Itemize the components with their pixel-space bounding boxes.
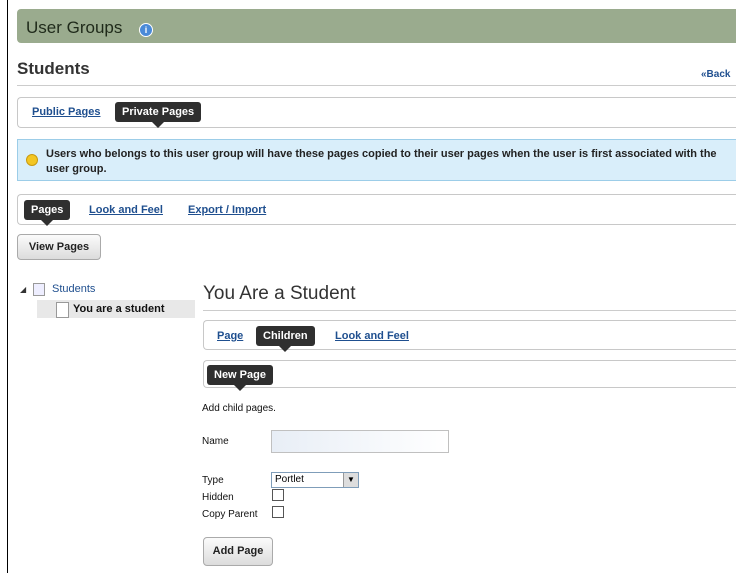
page-icon	[56, 302, 69, 318]
copy-parent-label: Copy Parent	[202, 509, 258, 520]
add-page-button[interactable]: Add Page	[203, 537, 273, 566]
view-pages-button[interactable]: View Pages	[17, 234, 101, 260]
portlet-title-bar: User Groups i	[17, 9, 736, 43]
tree-root-node[interactable]: Students	[52, 283, 95, 295]
tab-export-import[interactable]: Export / Import	[188, 204, 266, 216]
description-text: Add child pages.	[202, 403, 276, 414]
type-select-value: Portlet	[275, 474, 304, 485]
tree-child-node[interactable]: You are a student	[73, 303, 164, 315]
folder-icon	[33, 283, 45, 296]
info-message-box: Users who belongs to this user group wil…	[17, 139, 736, 181]
children-tabs: New Page	[203, 360, 736, 391]
frame-border	[7, 0, 8, 573]
tab-look-and-feel[interactable]: Look and Feel	[89, 204, 163, 216]
name-label: Name	[202, 436, 229, 447]
portlet-title: User Groups	[26, 18, 123, 37]
hidden-checkbox[interactable]	[272, 489, 284, 501]
name-input[interactable]	[271, 430, 449, 453]
hidden-label: Hidden	[202, 492, 234, 503]
page-title: Students	[17, 59, 90, 78]
info-message: Users who belongs to this user group wil…	[46, 148, 717, 175]
page-type-tabs: Public Pages Private Pages	[17, 97, 736, 128]
tab-private-pages[interactable]: Private Pages	[115, 102, 202, 128]
type-label: Type	[202, 475, 224, 486]
divider	[203, 310, 736, 311]
tab-public-pages[interactable]: Public Pages	[32, 106, 100, 118]
lightbulb-icon	[26, 154, 38, 166]
tab-page-look-and-feel[interactable]: Look and Feel	[335, 330, 409, 342]
manage-tabs: Pages Look and Feel Export / Import	[17, 194, 736, 226]
chevron-down-icon[interactable]: ▼	[343, 473, 358, 487]
copy-parent-checkbox[interactable]	[272, 506, 284, 518]
tab-new-page[interactable]: New Page	[207, 365, 273, 391]
tab-page[interactable]: Page	[217, 330, 243, 342]
tree-expand-icon[interactable]: ◢	[20, 285, 26, 294]
page-heading: You Are a Student	[203, 283, 356, 304]
page-tabs: Page Children Look and Feel	[203, 320, 736, 352]
type-select[interactable]: Portlet ▼	[271, 472, 359, 488]
back-link[interactable]: «Back	[701, 69, 730, 80]
tab-pages[interactable]: Pages	[24, 200, 71, 226]
divider	[17, 85, 736, 86]
info-icon[interactable]: i	[139, 23, 153, 37]
tab-children[interactable]: Children	[256, 326, 315, 352]
